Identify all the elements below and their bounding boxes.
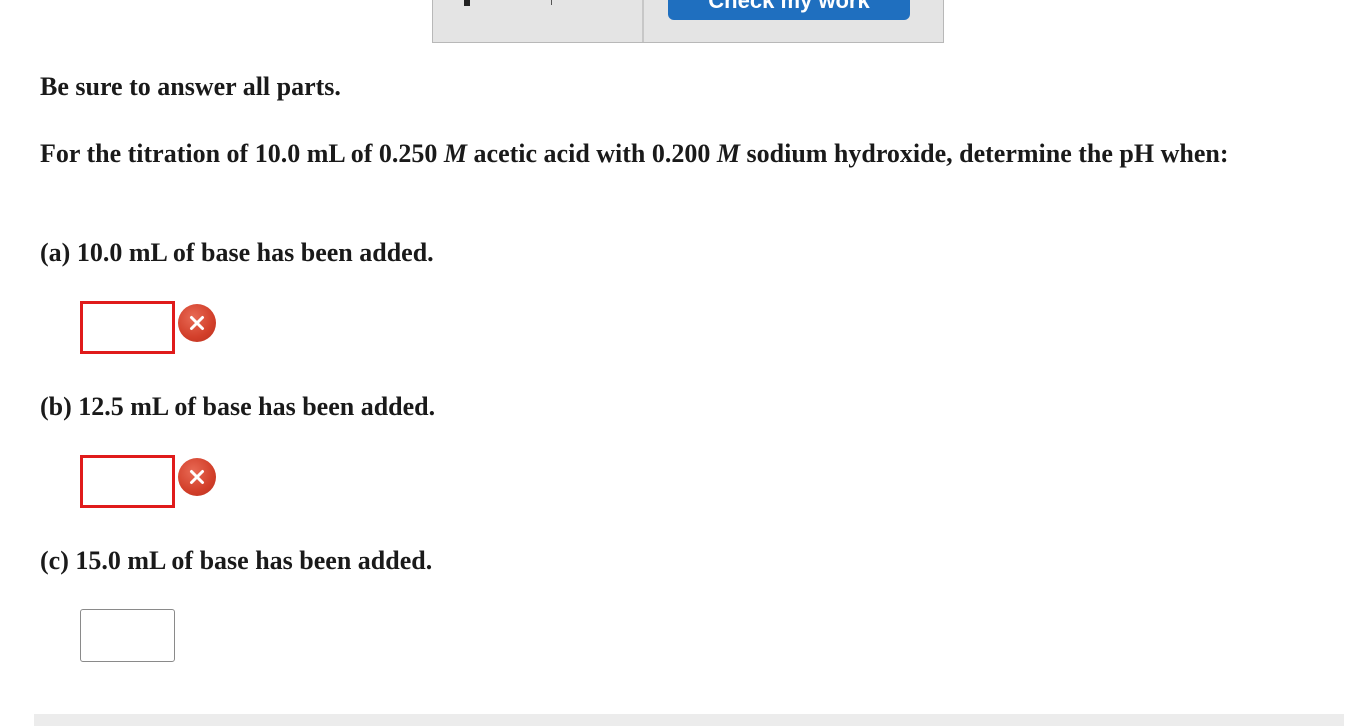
part-a-answer-input[interactable] <box>80 301 175 354</box>
question-toolbar: Check my work <box>432 0 944 43</box>
instructions-text: Be sure to answer all parts. <box>40 72 341 101</box>
problem-statement: For the titration of 10.0 mL of 0.250 M … <box>40 137 1330 170</box>
incorrect-x-icon <box>178 304 216 342</box>
part-c-answer-input[interactable] <box>80 609 175 662</box>
molarity-symbol: M <box>716 139 741 168</box>
problem-text-2: acetic acid with 0.200 <box>467 139 717 168</box>
part-b-answer-input[interactable] <box>80 455 175 508</box>
incorrect-x-icon <box>178 458 216 496</box>
part-c-label: (c) 15.0 mL of base has been added. <box>40 546 433 575</box>
check-area: Check my work <box>644 0 943 42</box>
molarity-symbol: M <box>443 139 468 168</box>
nav-divider <box>551 0 552 5</box>
problem-text-3: sodium hydroxide, determine the pH when: <box>740 139 1229 168</box>
footer-bar <box>34 714 1344 726</box>
prev-next-nav[interactable] <box>433 0 644 42</box>
check-my-work-button[interactable]: Check my work <box>668 0 910 20</box>
part-a-label: (a) 10.0 mL of base has been added. <box>40 238 434 267</box>
part-b-label: (b) 12.5 mL of base has been added. <box>40 392 436 421</box>
prev-arrow-icon[interactable] <box>464 0 470 6</box>
problem-text-1: For the titration of 10.0 mL of 0.250 <box>40 139 444 168</box>
